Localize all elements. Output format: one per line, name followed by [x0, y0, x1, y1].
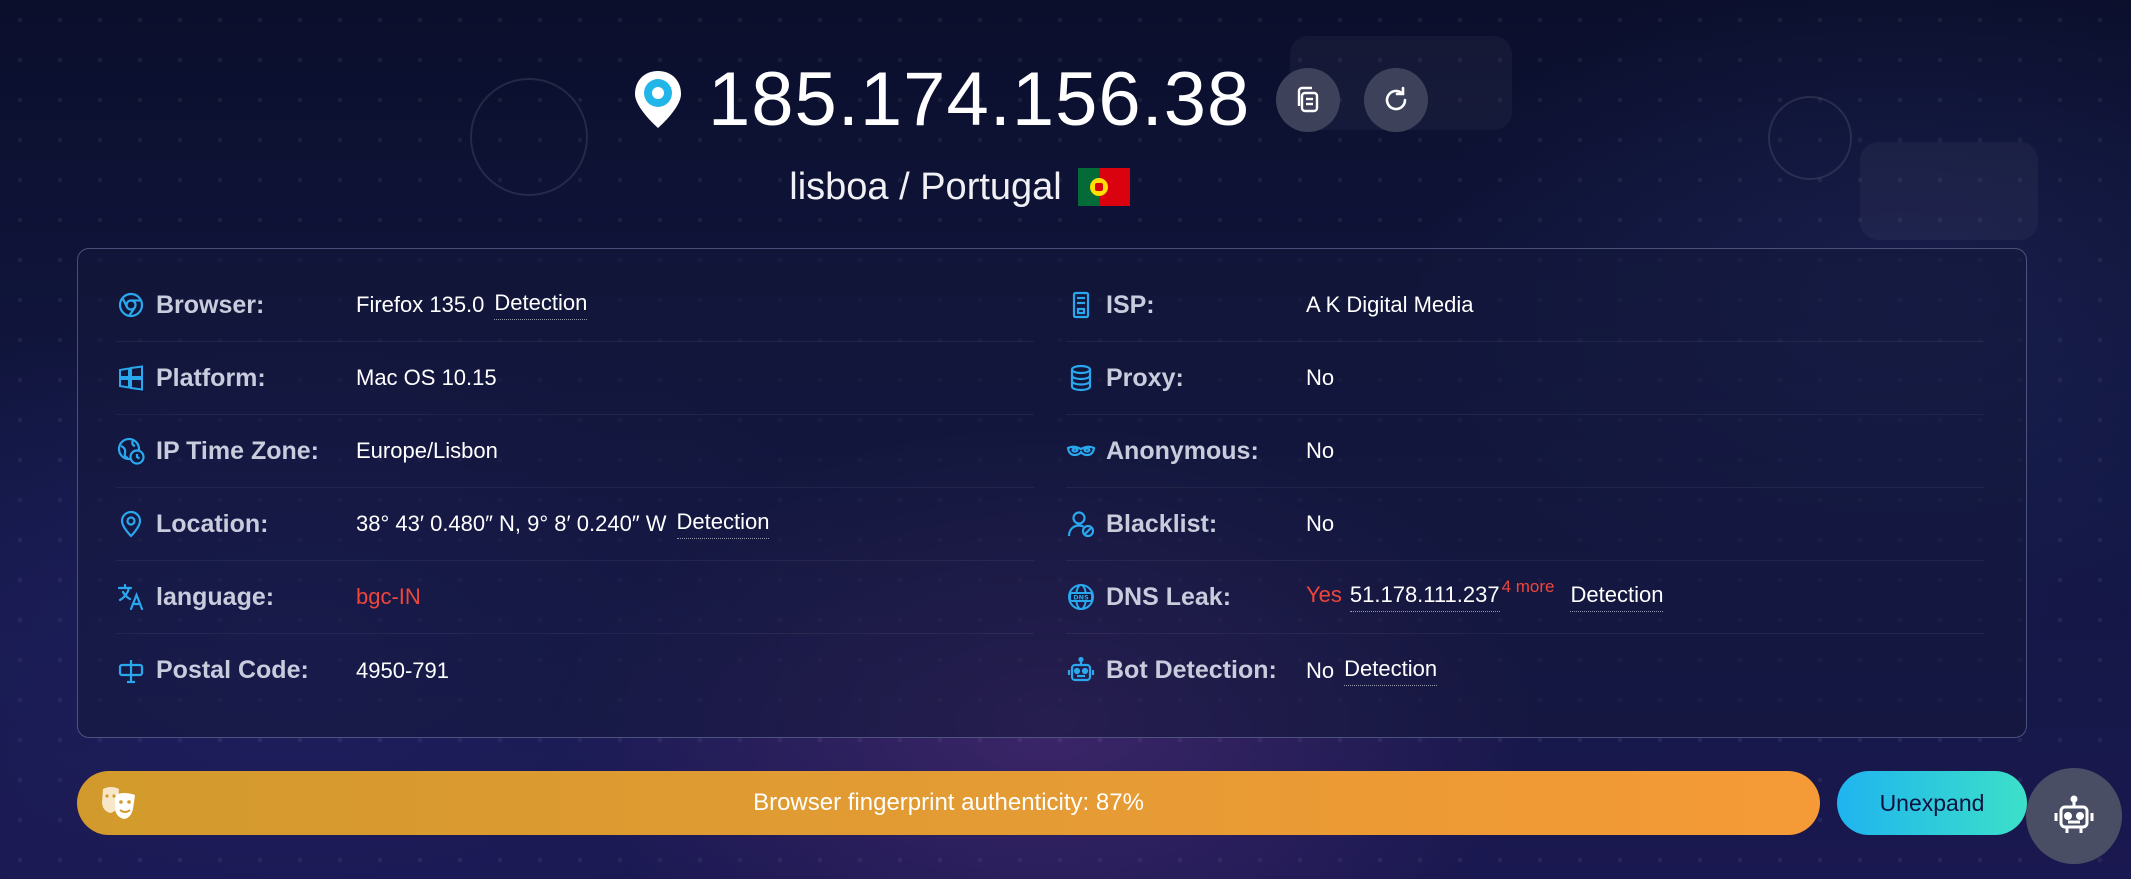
isp-icon: [1066, 290, 1096, 320]
copy-icon: [1298, 86, 1319, 113]
info-value: No: [1306, 438, 1335, 463]
location-detection-link[interactable]: Detection: [676, 509, 770, 539]
info-value: 4950-791: [356, 657, 449, 683]
info-row-proxy: Proxy: No: [1066, 342, 1984, 415]
info-row-isp: ISP: A K Digital Media: [1066, 269, 1984, 342]
info-value: No: [1306, 511, 1335, 536]
unexpand-button[interactable]: Unexpand: [1837, 771, 2027, 835]
info-label: Blacklist:: [1106, 509, 1218, 538]
authenticity-text: Browser fingerprint authenticity: 87%: [753, 789, 1144, 816]
info-label: Bot Detection:: [1106, 656, 1277, 684]
info-label: Anonymous:: [1106, 436, 1259, 465]
dns-detection-link[interactable]: Detection: [1570, 582, 1664, 612]
dns-icon: DNS: [1066, 582, 1096, 612]
dns-leak-status: Yes: [1306, 582, 1342, 607]
location-pin-icon: [635, 71, 681, 128]
info-value: Firefox 135.0: [356, 292, 485, 317]
ip-header: 185.174.156.38: [630, 52, 1429, 148]
info-value: A K Digital Media: [1306, 292, 1474, 317]
info-column-right: ISP: A K Digital Media Proxy: No Anonymo…: [1066, 269, 1984, 707]
info-row-bot-detection: Bot Detection: No Detection: [1066, 634, 1984, 707]
info-value: No: [1306, 365, 1335, 390]
info-label: DNS Leak:: [1106, 582, 1232, 611]
info-label: IP Time Zone:: [156, 436, 320, 465]
info-value: Mac OS 10.15: [356, 365, 497, 390]
info-row-timezone: IP Time Zone: Europe/Lisbon: [116, 415, 1034, 488]
chat-bot-button[interactable]: [2026, 768, 2122, 864]
info-row-browser: Browser: Firefox 135.0 Detection: [116, 269, 1034, 342]
copy-ip-button[interactable]: [1276, 68, 1341, 132]
info-value: No: [1306, 657, 1335, 683]
dns-leak-ip[interactable]: 51.178.111.237: [1349, 582, 1500, 612]
info-label: Postal Code:: [156, 656, 309, 684]
database-icon: [1066, 363, 1096, 393]
info-row-dns-leak: DNS DNS Leak: Yes 51.178.111.237 4 more …: [1066, 561, 1984, 634]
info-panel: Browser: Firefox 135.0 Detection Platfor…: [77, 248, 2027, 738]
info-label: Platform:: [156, 363, 266, 392]
info-row-anonymous: Anonymous: No: [1066, 415, 1984, 488]
info-row-location: Location: 38° 43′ 0.480″ N, 9° 8′ 0.240″…: [116, 488, 1034, 561]
timezone-icon: [116, 436, 146, 466]
info-label: Browser:: [156, 290, 265, 319]
windows-icon: [116, 363, 146, 393]
user-block-icon: [1066, 509, 1096, 539]
theater-mask-icon: [102, 787, 135, 819]
dns-more-badge[interactable]: 4 more: [1502, 577, 1555, 597]
bot-detection-link[interactable]: Detection: [1344, 656, 1438, 686]
location-summary: lisboa / Portugal: [0, 162, 1919, 212]
ip-address: 185.174.156.38: [708, 57, 1251, 142]
browser-detection-link[interactable]: Detection: [494, 290, 588, 320]
language-icon: [116, 582, 146, 612]
refresh-button[interactable]: [1364, 68, 1429, 132]
info-column-left: Browser: Firefox 135.0 Detection Platfor…: [116, 269, 1034, 707]
portugal-flag-icon: [1077, 168, 1130, 206]
fingerprint-authenticity-bar: Browser fingerprint authenticity: 87%: [77, 771, 1820, 835]
info-row-blacklist: Blacklist: No: [1066, 488, 1984, 561]
info-label: Proxy:: [1106, 363, 1184, 392]
info-label: language:: [156, 582, 275, 611]
info-value: Yes 51.178.111.237 4 more: [1306, 577, 1560, 612]
info-value: 38° 43′ 0.480″ N, 9° 8′ 0.240″ W: [356, 511, 667, 536]
info-row-postal-code: Postal Code: 4950-791: [116, 634, 1034, 707]
mask-icon: [1066, 436, 1096, 466]
info-value: bgc-IN: [356, 584, 421, 609]
robot-icon: [2054, 795, 2094, 833]
location-icon: [116, 509, 146, 539]
info-label: ISP:: [1106, 290, 1155, 319]
browser-icon: [116, 290, 146, 320]
info-value: Europe/Lisbon: [356, 438, 498, 463]
refresh-icon: [1386, 86, 1407, 111]
city-country: lisboa / Portugal: [789, 165, 1062, 208]
info-row-platform: Platform: Mac OS 10.15: [116, 342, 1034, 415]
info-row-language: language: bgc-IN: [116, 561, 1034, 634]
robot-icon: [1066, 656, 1096, 686]
svg-text:DNS: DNS: [1073, 594, 1089, 602]
info-label: Location:: [156, 509, 269, 538]
postal-code-icon: [116, 656, 146, 686]
